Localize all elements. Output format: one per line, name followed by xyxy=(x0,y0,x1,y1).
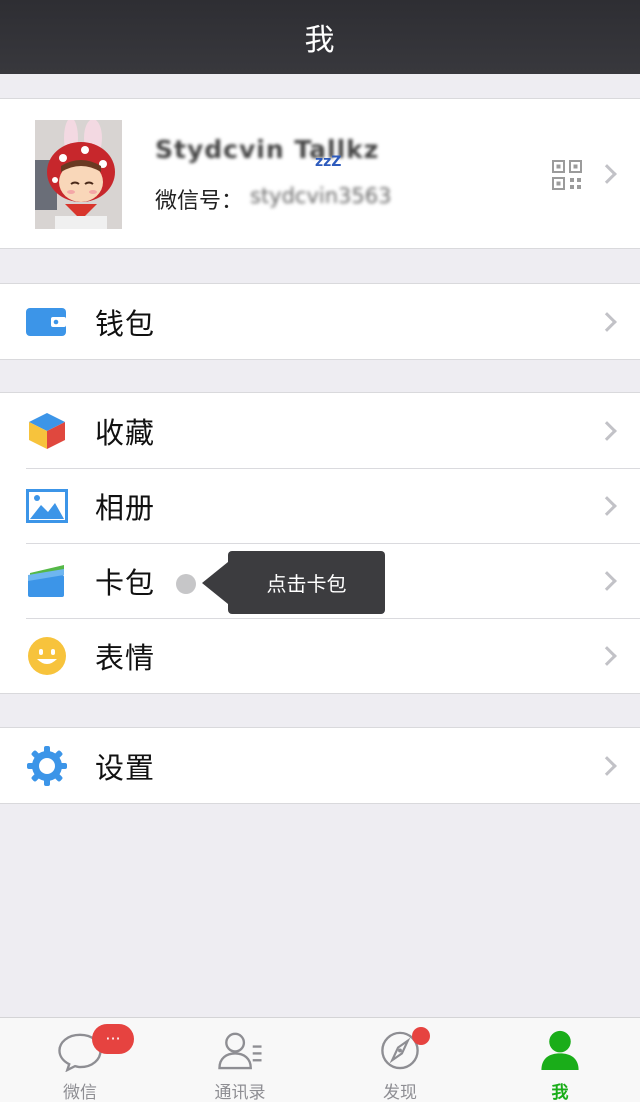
chevron-right-icon xyxy=(597,420,617,441)
menu-label-favorites: 收藏 xyxy=(95,415,156,450)
wechat-id-value: stydcvin3563 xyxy=(250,184,392,208)
tab-label-chats: 微信 xyxy=(63,1083,97,1102)
menu-item-favorites[interactable]: 收藏 xyxy=(0,393,640,468)
tooltip: 点击卡包 xyxy=(228,551,385,614)
menu-item-wallet[interactable]: 钱包 xyxy=(0,284,640,359)
settings-group: 设置 xyxy=(0,727,640,804)
chevron-right-icon xyxy=(597,570,617,591)
content-group: 收藏 相册 卡包 表情 xyxy=(0,392,640,694)
qr-code-icon[interactable] xyxy=(552,160,582,190)
menu-item-album[interactable]: 相册 xyxy=(0,468,640,543)
tab-contacts[interactable]: 通讯录 xyxy=(160,1018,320,1102)
chevron-right-icon xyxy=(597,645,617,666)
menu-item-stickers[interactable]: 表情 xyxy=(0,618,640,693)
unread-badge: ··· xyxy=(92,1024,134,1054)
smiley-icon xyxy=(26,635,68,677)
wallet-icon xyxy=(26,301,68,343)
chevron-right-icon xyxy=(597,495,617,516)
profile-card[interactable]: Stydcvin Tallkz 微信号： stydcvin3563 xyxy=(0,98,640,249)
chevron-right-icon xyxy=(597,755,617,776)
chevron-right-icon xyxy=(597,163,617,184)
menu-item-settings[interactable]: 设置 xyxy=(0,728,640,803)
svg-text:zzZ: zzZ xyxy=(315,154,341,170)
wechat-id-label: 微信号： xyxy=(155,189,244,214)
navigation-bar: 我 xyxy=(0,0,640,74)
tab-chats[interactable]: 微信 ··· xyxy=(0,1018,160,1102)
tooltip-arrow xyxy=(202,562,228,604)
menu-label-cards: 卡包 xyxy=(95,565,156,600)
sleeping-zzz-icon: zzZ xyxy=(315,154,341,170)
menu-label-wallet: 钱包 xyxy=(95,306,156,341)
menu-label-settings: 设置 xyxy=(95,750,156,785)
photo-icon xyxy=(26,485,68,527)
tab-discover[interactable]: 发现 xyxy=(320,1018,480,1102)
tab-me[interactable]: 我 xyxy=(480,1018,640,1102)
menu-label-stickers: 表情 xyxy=(95,640,156,675)
wallet-group: 钱包 xyxy=(0,283,640,360)
avatar-image xyxy=(35,120,122,229)
tab-label-discover: 发现 xyxy=(383,1083,417,1102)
tab-bar: 微信 ··· 通讯录 发现 我 xyxy=(0,1017,640,1102)
tooltip-text: 点击卡包 xyxy=(266,572,347,596)
person-icon xyxy=(541,1030,579,1071)
avatar[interactable] xyxy=(35,120,122,229)
contacts-icon xyxy=(218,1032,262,1070)
tab-label-contacts: 通讯录 xyxy=(214,1083,266,1102)
page-title: 我 xyxy=(304,23,336,58)
menu-label-album: 相册 xyxy=(95,490,156,525)
tooltip-pointer-dot xyxy=(176,574,196,594)
chevron-right-icon xyxy=(597,311,617,332)
card-icon xyxy=(26,560,68,602)
discover-new-dot xyxy=(412,1027,430,1045)
gear-icon xyxy=(26,745,68,787)
tab-label-me: 我 xyxy=(551,1083,569,1102)
cube-icon xyxy=(26,410,68,452)
